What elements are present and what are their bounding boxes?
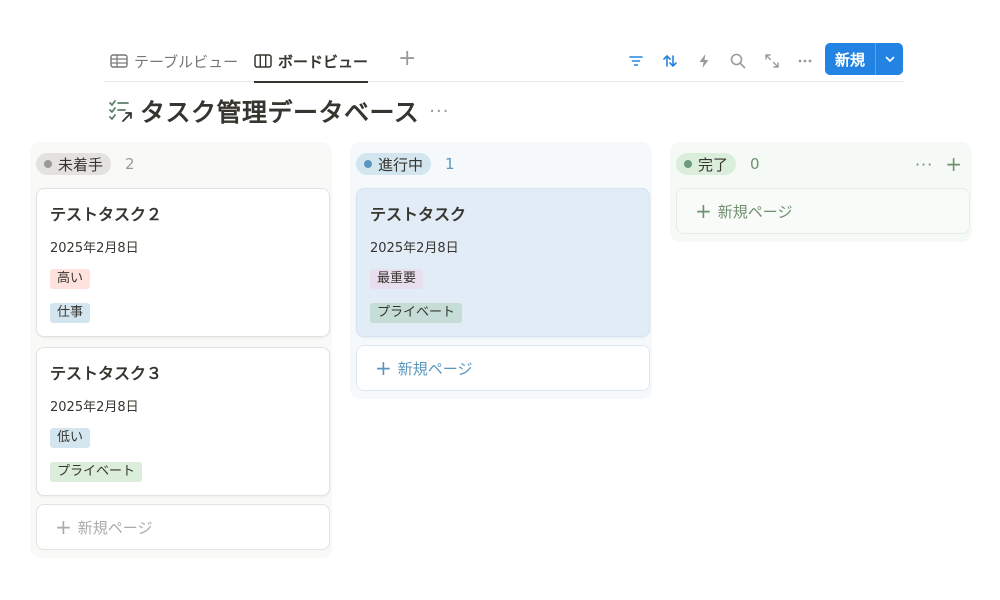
board-column-not-started: 未着手 2 テストタスク２ 2025年2月8日 高い 仕事 テストタスク３ 20…: [30, 142, 332, 558]
plus-icon: +: [695, 199, 712, 223]
status-dot: [684, 160, 692, 168]
tab-table-view[interactable]: テーブルビュー: [110, 40, 238, 82]
new-page-label: 新規ページ: [397, 359, 473, 378]
status-dot: [44, 160, 52, 168]
column-count: 0: [750, 155, 760, 173]
card-date: 2025年2月8日: [50, 241, 139, 256]
more-icon[interactable]: [792, 48, 818, 74]
new-button-label: 新規: [835, 50, 866, 69]
priority-tag: 高い: [50, 269, 91, 289]
plus-icon[interactable]: +: [945, 152, 962, 176]
category-tag: プライベート: [50, 462, 143, 482]
tab-board-view[interactable]: ボードビュー: [254, 40, 369, 83]
card-date: 2025年2月8日: [370, 241, 459, 256]
tab-table-view-label: テーブルビュー: [134, 52, 239, 71]
table-icon: [110, 54, 128, 68]
status-badge[interactable]: 進行中: [356, 153, 432, 175]
new-page-button[interactable]: + 新規ページ: [36, 504, 330, 550]
priority-tag: 最重要: [370, 269, 424, 289]
new-page-label: 新規ページ: [77, 518, 153, 537]
column-actions: ··· +: [915, 152, 962, 176]
card-date: 2025年2月8日: [50, 400, 139, 415]
checklist-icon: [109, 100, 132, 122]
column-header: 完了 0 ··· +: [676, 150, 966, 178]
new-page-label: 新規ページ: [717, 202, 793, 221]
card-title: テストタスク３: [50, 364, 163, 383]
column-count: 1: [445, 155, 455, 173]
title-more-icon[interactable]: ···: [429, 101, 449, 122]
status-dot: [364, 160, 372, 168]
card-title: テストタスク: [370, 205, 467, 224]
priority-tag: 低い: [50, 428, 91, 448]
status-label: 完了: [698, 155, 729, 174]
board-column-done: 完了 0 ··· + + 新規ページ: [670, 142, 972, 242]
board-column-in-progress: 進行中 1 テストタスク 2025年2月8日 最重要 プライベート + 新規ペー…: [350, 142, 652, 399]
plus-icon: +: [55, 515, 72, 539]
filter-icon[interactable]: [623, 48, 649, 74]
automation-icon[interactable]: [691, 48, 717, 74]
status-label: 進行中: [378, 155, 424, 174]
expand-icon[interactable]: [759, 48, 785, 74]
new-button[interactable]: 新規: [825, 43, 903, 75]
category-tag: プライベート: [370, 303, 463, 323]
column-header: 進行中 1: [356, 150, 646, 178]
task-card[interactable]: テストタスク３ 2025年2月8日 低い プライベート: [36, 347, 330, 496]
search-icon[interactable]: [725, 48, 751, 74]
card-title: テストタスク２: [50, 205, 163, 224]
column-count: 2: [125, 155, 135, 173]
plus-icon: +: [375, 356, 392, 380]
task-card[interactable]: テストタスク２ 2025年2月8日 高い 仕事: [36, 188, 330, 337]
page-title: タスク管理データベース: [140, 98, 420, 127]
sort-icon[interactable]: [657, 48, 683, 74]
status-label: 未着手: [58, 155, 104, 174]
more-icon[interactable]: ···: [915, 155, 933, 174]
column-header: 未着手 2: [36, 150, 326, 178]
new-page-button[interactable]: + 新規ページ: [676, 188, 970, 234]
database-header: タスク管理データベース ···: [108, 94, 449, 128]
category-tag: 仕事: [50, 303, 91, 323]
tab-board-view-label: ボードビュー: [278, 52, 369, 71]
task-card[interactable]: テストタスク 2025年2月8日 最重要 プライベート: [356, 188, 650, 337]
new-page-button[interactable]: + 新規ページ: [356, 345, 650, 391]
status-badge[interactable]: 未着手: [36, 153, 112, 175]
plus-icon[interactable]: +: [398, 48, 416, 70]
chevron-down-icon[interactable]: [876, 53, 903, 65]
board-icon: [254, 54, 272, 68]
status-badge[interactable]: 完了: [676, 153, 737, 175]
view-bar: テーブルビュー ボードビュー + 新規: [104, 40, 904, 83]
